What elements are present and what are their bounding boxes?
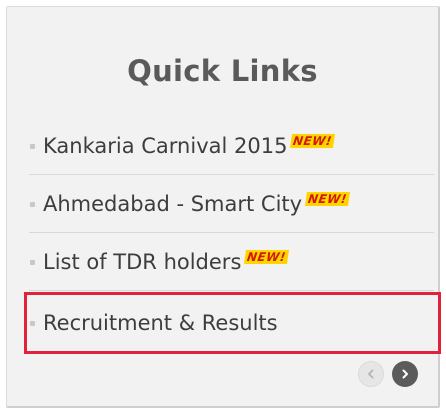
quick-link-recruitment-results[interactable]: Recruitment & Results: [24, 292, 441, 354]
chevron-left-icon: [368, 369, 374, 379]
panel-title: Quick Links: [127, 54, 318, 88]
quick-links-list: Kankaria Carnival 2015 NEW! Ahmedabad - …: [24, 117, 441, 354]
bullet-icon: [30, 201, 35, 207]
quick-link-tdr-holders[interactable]: List of TDR holders NEW!: [29, 233, 434, 291]
new-badge: NEW!: [305, 191, 351, 206]
next-button[interactable]: [392, 361, 418, 387]
prev-button[interactable]: [358, 361, 384, 387]
quick-link-smart-city[interactable]: Ahmedabad - Smart City NEW!: [29, 175, 434, 233]
quick-links-panel: Quick Links Kankaria Carnival 2015 NEW! …: [6, 6, 441, 408]
link-label: Recruitment & Results: [43, 311, 278, 335]
new-badge: NEW!: [244, 249, 290, 264]
new-badge: NEW!: [290, 133, 336, 148]
carousel-navigation: [358, 361, 418, 387]
quick-link-kankaria-carnival[interactable]: Kankaria Carnival 2015 NEW!: [29, 117, 434, 175]
bullet-icon: [30, 321, 35, 326]
link-label: List of TDR holders: [43, 249, 242, 274]
chevron-right-icon: [402, 369, 408, 379]
bullet-icon: [30, 143, 35, 149]
link-label: Ahmedabad - Smart City: [43, 191, 303, 216]
bullet-icon: [30, 259, 35, 265]
link-label: Kankaria Carnival 2015: [43, 133, 288, 158]
